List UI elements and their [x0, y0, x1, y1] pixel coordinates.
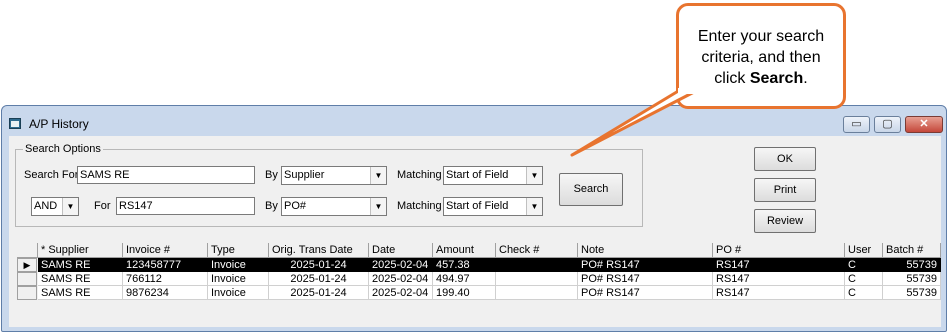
chevron-down-icon: ▼ — [526, 167, 542, 184]
cell-orig-trans-date[interactable]: 2025-01-24 — [269, 258, 369, 272]
instruction-callout: Enter your search criteria, and then cli… — [676, 3, 846, 109]
cell-check[interactable] — [496, 286, 578, 300]
row-selector[interactable] — [17, 272, 37, 286]
search-for-label: Search For — [24, 169, 79, 181]
search-by-select-1[interactable]: Supplier ▼ — [281, 166, 387, 185]
cell-user[interactable]: C — [845, 272, 883, 286]
print-button[interactable]: Print — [754, 178, 816, 202]
table-row[interactable]: SAMS RE 9876234 Invoice 2025-01-24 2025-… — [17, 286, 941, 300]
search-options-legend: Search Options — [23, 143, 103, 155]
for-label: For — [94, 200, 111, 212]
col-po[interactable]: PO # — [713, 243, 845, 258]
callout-line-1: Enter your search — [697, 28, 825, 45]
cell-orig-trans-date[interactable]: 2025-01-24 — [269, 272, 369, 286]
search-by-value-2: PO# — [284, 200, 307, 212]
chevron-down-icon: ▼ — [526, 198, 542, 215]
by-label-2: By — [265, 200, 278, 212]
col-type[interactable]: Type — [208, 243, 269, 258]
cell-type[interactable]: Invoice — [208, 258, 269, 272]
cell-supplier[interactable]: SAMS RE — [38, 258, 123, 272]
row-header-corner — [17, 243, 38, 258]
matching-label-1: Matching — [397, 169, 442, 181]
row-selector[interactable]: ▶ — [17, 258, 37, 272]
cell-invoice[interactable]: 123458777 — [123, 258, 208, 272]
col-date[interactable]: Date — [369, 243, 433, 258]
col-user[interactable]: User — [845, 243, 883, 258]
matching-select-2[interactable]: Start of Field ▼ — [443, 197, 543, 216]
cell-po[interactable]: RS147 — [713, 258, 845, 272]
history-grid: * Supplier Invoice # Type Orig. Trans Da… — [17, 243, 941, 323]
maximize-button[interactable]: ▢ — [874, 116, 901, 133]
maximize-icon: ▢ — [882, 118, 893, 130]
search-for-input[interactable]: SAMS RE — [77, 166, 255, 184]
by-label-1: By — [265, 169, 278, 181]
col-note[interactable]: Note — [578, 243, 713, 258]
cell-type[interactable]: Invoice — [208, 272, 269, 286]
row-selector[interactable] — [17, 286, 37, 300]
table-row[interactable]: ▶ SAMS RE 123458777 Invoice 2025-01-24 2… — [17, 258, 941, 272]
cell-date[interactable]: 2025-02-04 — [369, 272, 433, 286]
chevron-down-icon: ▼ — [370, 198, 386, 215]
title-bar[interactable]: A/P History ▭ ▢ ✕ — [2, 106, 946, 140]
cell-date[interactable]: 2025-02-04 — [369, 258, 433, 272]
cell-po[interactable]: RS147 — [713, 286, 845, 300]
cell-supplier[interactable]: SAMS RE — [38, 272, 123, 286]
for-input[interactable]: RS147 — [116, 197, 255, 215]
col-orig-trans-date[interactable]: Orig. Trans Date — [269, 243, 369, 258]
cell-date[interactable]: 2025-02-04 — [369, 286, 433, 300]
app-icon — [9, 118, 21, 129]
callout-line-3: click Search. — [714, 70, 808, 87]
col-supplier[interactable]: * Supplier — [38, 243, 123, 258]
table-row[interactable]: SAMS RE 766112 Invoice 2025-01-24 2025-0… — [17, 272, 941, 286]
review-button[interactable]: Review — [754, 209, 816, 233]
current-row-arrow-icon: ▶ — [23, 260, 31, 270]
col-invoice[interactable]: Invoice # — [123, 243, 208, 258]
window-title: A/P History — [29, 117, 89, 131]
cell-batch[interactable]: 55739 — [883, 258, 941, 272]
cell-note[interactable]: PO# RS147 — [578, 272, 713, 286]
matching-value-2: Start of Field — [446, 200, 509, 212]
cell-note[interactable]: PO# RS147 — [578, 258, 713, 272]
ap-history-window: A/P History ▭ ▢ ✕ Search Options Search … — [1, 105, 947, 332]
matching-label-2: Matching — [397, 200, 442, 212]
cell-batch[interactable]: 55739 — [883, 272, 941, 286]
close-icon: ✕ — [919, 118, 929, 130]
matching-select-1[interactable]: Start of Field ▼ — [443, 166, 543, 185]
search-by-value-1: Supplier — [284, 169, 325, 181]
cell-orig-trans-date[interactable]: 2025-01-24 — [269, 286, 369, 300]
chevron-down-icon: ▼ — [370, 167, 386, 184]
cell-user[interactable]: C — [845, 286, 883, 300]
cell-note[interactable]: PO# RS147 — [578, 286, 713, 300]
cell-supplier[interactable]: SAMS RE — [38, 286, 123, 300]
cell-invoice[interactable]: 766112 — [123, 272, 208, 286]
minimize-icon: ▭ — [851, 118, 862, 130]
matching-value-1: Start of Field — [446, 169, 509, 181]
ok-button[interactable]: OK — [754, 147, 816, 171]
cell-type[interactable]: Invoice — [208, 286, 269, 300]
col-check[interactable]: Check # — [496, 243, 578, 258]
col-amount[interactable]: Amount — [433, 243, 496, 258]
callout-line-2: criteria, and then — [701, 49, 821, 66]
window-client-area: Search Options Search For SAMS RE By Sup… — [9, 136, 941, 327]
close-button[interactable]: ✕ — [905, 116, 943, 133]
search-button[interactable]: Search — [559, 173, 623, 206]
chevron-down-icon: ▼ — [62, 198, 78, 215]
search-by-select-2[interactable]: PO# ▼ — [281, 197, 387, 216]
col-batch[interactable]: Batch # — [883, 243, 941, 258]
cell-amount[interactable]: 199.40 — [433, 286, 496, 300]
cell-po[interactable]: RS147 — [713, 272, 845, 286]
cell-check[interactable] — [496, 258, 578, 272]
conjunction-select[interactable]: AND ▼ — [31, 197, 79, 216]
cell-amount[interactable]: 494.97 — [433, 272, 496, 286]
cell-batch[interactable]: 55739 — [883, 286, 941, 300]
cell-check[interactable] — [496, 272, 578, 286]
cell-amount[interactable]: 457.38 — [433, 258, 496, 272]
cell-invoice[interactable]: 9876234 — [123, 286, 208, 300]
conjunction-value: AND — [34, 200, 58, 212]
minimize-button[interactable]: ▭ — [843, 116, 870, 133]
cell-user[interactable]: C — [845, 258, 883, 272]
